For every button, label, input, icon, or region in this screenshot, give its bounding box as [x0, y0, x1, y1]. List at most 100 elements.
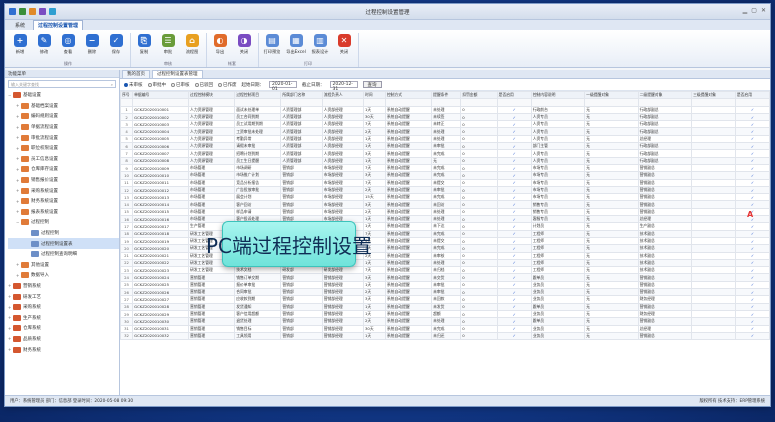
- ribbon-button[interactable]: ◑ 关闭: [233, 33, 255, 60]
- sidebar-item[interactable]: + 仓库系统: [8, 323, 119, 334]
- checkbox-cell[interactable]: ✓: [734, 163, 770, 173]
- checkbox-cell[interactable]: ✓: [734, 112, 770, 122]
- column-header[interactable]: 时间: [363, 91, 386, 100]
- filter-cell[interactable]: [530, 98, 586, 107]
- filter-cell[interactable]: [234, 98, 282, 107]
- checkbox-cell[interactable]: ✓: [496, 215, 532, 224]
- table-row[interactable]: 11 GCKZ2020010011 市场管理 竞品分析报告 营销部 市场部经理 7天 系统自动…: [120, 178, 770, 187]
- checkbox-cell[interactable]: ✓: [734, 105, 770, 114]
- checkbox-cell[interactable]: ✓: [496, 302, 532, 311]
- sidebar-item[interactable]: + 编码规则设置: [8, 111, 119, 122]
- ribbon-tab-process-control[interactable]: 过程控制设置管理: [33, 20, 84, 30]
- ribbon-button[interactable]: ☰ 审批: [157, 33, 179, 60]
- sidebar-item[interactable]: + 财务系统: [8, 344, 119, 355]
- sidebar-item[interactable]: + 数据导入: [8, 270, 119, 281]
- sidebar-item[interactable]: + 营销系统: [8, 281, 119, 292]
- column-header[interactable]: 是否启用: [734, 91, 770, 100]
- checkbox-cell[interactable]: ✓: [734, 171, 770, 180]
- sidebar-item[interactable]: − 过程控制: [8, 217, 119, 228]
- column-header[interactable]: 所属部门名称: [280, 91, 323, 100]
- filter-cell[interactable]: [496, 98, 532, 107]
- checkbox-cell[interactable]: ✓: [496, 229, 532, 238]
- checkbox-cell[interactable]: ✓: [734, 149, 770, 158]
- ribbon-button[interactable]: ✎ 修改: [33, 33, 55, 60]
- table-row[interactable]: 6 GCKZ2020010006 人力资源管理 请假未审批 人资管理部 人资部经理 1天 系统…: [120, 142, 770, 151]
- date-to-input[interactable]: 2020-12-31: [329, 81, 358, 92]
- filter-cell[interactable]: [734, 98, 770, 107]
- checkbox-cell[interactable]: ✓: [496, 149, 532, 158]
- checkbox-cell[interactable]: ✓: [496, 266, 532, 275]
- checkbox-cell[interactable]: ✓: [734, 287, 770, 297]
- doc-tab-process-control[interactable]: 过程控制设置表管理: [152, 70, 203, 78]
- minimize-icon[interactable]: ▁: [743, 7, 748, 14]
- table-row[interactable]: 9 GCKZ2020010009 市场管理 市场调研 营销部 市场部经理 7天 系统自动提醒未…: [120, 163, 770, 173]
- column-header[interactable]: 序号: [120, 91, 134, 100]
- ribbon-button[interactable]: ◐ 导出: [209, 33, 231, 60]
- filter-cell[interactable]: [460, 98, 498, 107]
- date-from-input[interactable]: 2020-01-01: [269, 81, 297, 92]
- checkbox-cell[interactable]: ✓: [734, 120, 770, 129]
- status-filter-radio[interactable]: 审批中: [147, 82, 166, 88]
- table-row[interactable]: 29 GCKZ2020010029 营销管理 客户信用超额 营销部 营销部经理 1天 系统自动…: [120, 309, 770, 319]
- table-row[interactable]: 10 GCKZ2020010010 市场管理 市场推广计划 营销部 市场部经理 3天 系统自动…: [120, 171, 770, 180]
- checkbox-cell[interactable]: ✓: [734, 156, 770, 165]
- filter-cell[interactable]: [637, 98, 693, 107]
- sidebar-item[interactable]: − 基础设置: [8, 90, 119, 101]
- ribbon-button[interactable]: + 新增: [9, 33, 31, 60]
- checkbox-cell[interactable]: ✓: [496, 331, 532, 341]
- checkbox-cell[interactable]: ✓: [734, 185, 770, 195]
- checkbox-cell[interactable]: ✓: [496, 324, 532, 333]
- table-row[interactable]: 5 GCKZ2020010005 人力资源管理 考勤异常 人资管理部 人资部经理 1天 系统自…: [120, 134, 770, 144]
- table-row[interactable]: 13 GCKZ2020010013 市场管理 展会计划 营销部 市场部经理 15天 系统自动提…: [120, 193, 770, 202]
- checkbox-cell[interactable]: ✓: [734, 142, 770, 151]
- column-header[interactable]: 过程控制模块: [188, 91, 236, 100]
- ribbon-button[interactable]: ▤ 打印预览: [261, 33, 283, 60]
- checkbox-cell[interactable]: ✓: [734, 193, 770, 202]
- sidebar-item[interactable]: + 品质系统: [8, 334, 119, 345]
- checkbox-cell[interactable]: ✓: [496, 112, 532, 122]
- ribbon-button[interactable]: ◎ 查看: [57, 33, 79, 60]
- sidebar-item[interactable]: + 审批流程设置: [8, 132, 119, 143]
- ribbon-button[interactable]: ✕ 关闭: [333, 33, 355, 60]
- table-row[interactable]: 14 GCKZ2020010014 市场管理 客户回访 营销部 市场部经理 3天 系统自动提醒…: [120, 200, 770, 209]
- table-row[interactable]: 7 GCKZ2020010007 人力资源管理 招聘计划到期 人资管理部 人资部经理 3天系…: [120, 149, 770, 158]
- checkbox-cell[interactable]: ✓: [734, 273, 770, 282]
- maximize-icon[interactable]: ▢: [751, 7, 757, 14]
- checkbox-cell[interactable]: ✓: [734, 229, 770, 238]
- checkbox-cell[interactable]: ✓: [496, 178, 532, 187]
- sidebar-item[interactable]: + 财务系统设置: [8, 196, 119, 207]
- doc-tab-home[interactable]: 我的首页: [122, 70, 150, 78]
- checkbox-cell[interactable]: ✓: [496, 200, 532, 209]
- sidebar-item[interactable]: 过程控制: [8, 228, 119, 239]
- filter-cell[interactable]: [132, 98, 190, 107]
- checkbox-cell[interactable]: ✓: [496, 295, 532, 304]
- refresh-quick-icon[interactable]: [49, 8, 56, 15]
- close-window-icon[interactable]: ✕: [761, 7, 766, 14]
- table-row[interactable]: 16 GCKZ2020010016 市场管理 客户投诉处理 营销部 市场部经理 1天 系统自动…: [120, 215, 770, 224]
- checkbox-cell[interactable]: ✓: [496, 222, 532, 231]
- sidebar-item[interactable]: 过程控制查询明细: [8, 249, 119, 260]
- checkbox-cell[interactable]: ✓: [496, 251, 532, 260]
- table-row[interactable]: 30 GCKZ2020010030 营销管理 退货处理 营销部 营销部经理 2天 系统自动提醒…: [120, 317, 770, 326]
- column-header[interactable]: 一级提醒对象: [584, 91, 639, 100]
- column-header[interactable]: 扣罚金额: [460, 91, 498, 100]
- column-header[interactable]: 控制内容说明: [530, 91, 586, 100]
- sidebar-item[interactable]: + 仓库库存设置: [8, 164, 119, 175]
- ribbon-button[interactable]: ⎘ 复制: [133, 33, 155, 60]
- checkbox-cell[interactable]: ✓: [496, 309, 532, 319]
- column-header[interactable]: 二级提醒对象: [637, 91, 693, 100]
- filter-cell[interactable]: [280, 98, 323, 107]
- checkbox-cell[interactable]: ✓: [496, 142, 532, 151]
- ribbon-button[interactable]: ⌂ 流程图: [181, 33, 203, 60]
- checkbox-cell[interactable]: ✓: [496, 317, 532, 326]
- checkbox-cell[interactable]: ✓: [496, 258, 532, 268]
- sidebar-item[interactable]: + 销售报价设置: [8, 175, 119, 186]
- sidebar-item[interactable]: + 报表系统设置: [8, 207, 119, 218]
- ribbon-button[interactable]: ▥ 报表设计: [309, 33, 331, 60]
- table-row[interactable]: 1 GCKZ2020010001 人力资源管理 面试未处理单 人资管理部 人资部经理 1天系…: [120, 105, 770, 114]
- checkbox-cell[interactable]: ✓: [734, 280, 770, 290]
- table-row[interactable]: 3 GCKZ2020010003 人力资源管理 员工试用期到期 人资管理部 人资部经理 7天…: [120, 120, 770, 129]
- filter-cell[interactable]: [188, 98, 236, 107]
- status-filter-radio[interactable]: 已审核: [171, 82, 190, 88]
- checkbox-cell[interactable]: ✓: [496, 193, 532, 202]
